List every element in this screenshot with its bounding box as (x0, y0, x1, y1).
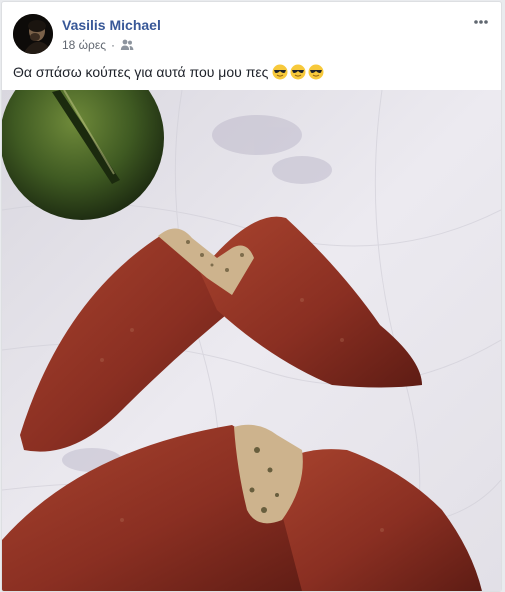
sunglasses-emoji-icon (272, 64, 288, 80)
post-meta: 18 ώρες · (62, 38, 134, 52)
kibbeh-photo (2, 90, 501, 591)
post-photo[interactable] (2, 90, 501, 591)
sunglasses-emoji-icon (290, 64, 306, 80)
post-message: Θα σπάσω κούπες για αυτά που μου πες (13, 64, 269, 80)
post-time[interactable]: 18 ώρες (62, 38, 106, 52)
friends-icon[interactable] (120, 39, 134, 51)
post-card: Vasilis Michael 18 ώρες · Θα σπάσω κούπε (1, 1, 502, 592)
emoji-group (272, 64, 324, 80)
post-header: Vasilis Michael 18 ώρες · (2, 2, 501, 62)
profile-photo (13, 14, 53, 54)
meta-separator: · (111, 38, 116, 52)
post-text: Θα σπάσω κούπες για αυτά που μου πες (13, 64, 324, 80)
author-name[interactable]: Vasilis Michael (62, 17, 161, 33)
more-options-icon[interactable] (471, 12, 491, 32)
avatar[interactable] (13, 14, 53, 54)
sunglasses-emoji-icon (308, 64, 324, 80)
